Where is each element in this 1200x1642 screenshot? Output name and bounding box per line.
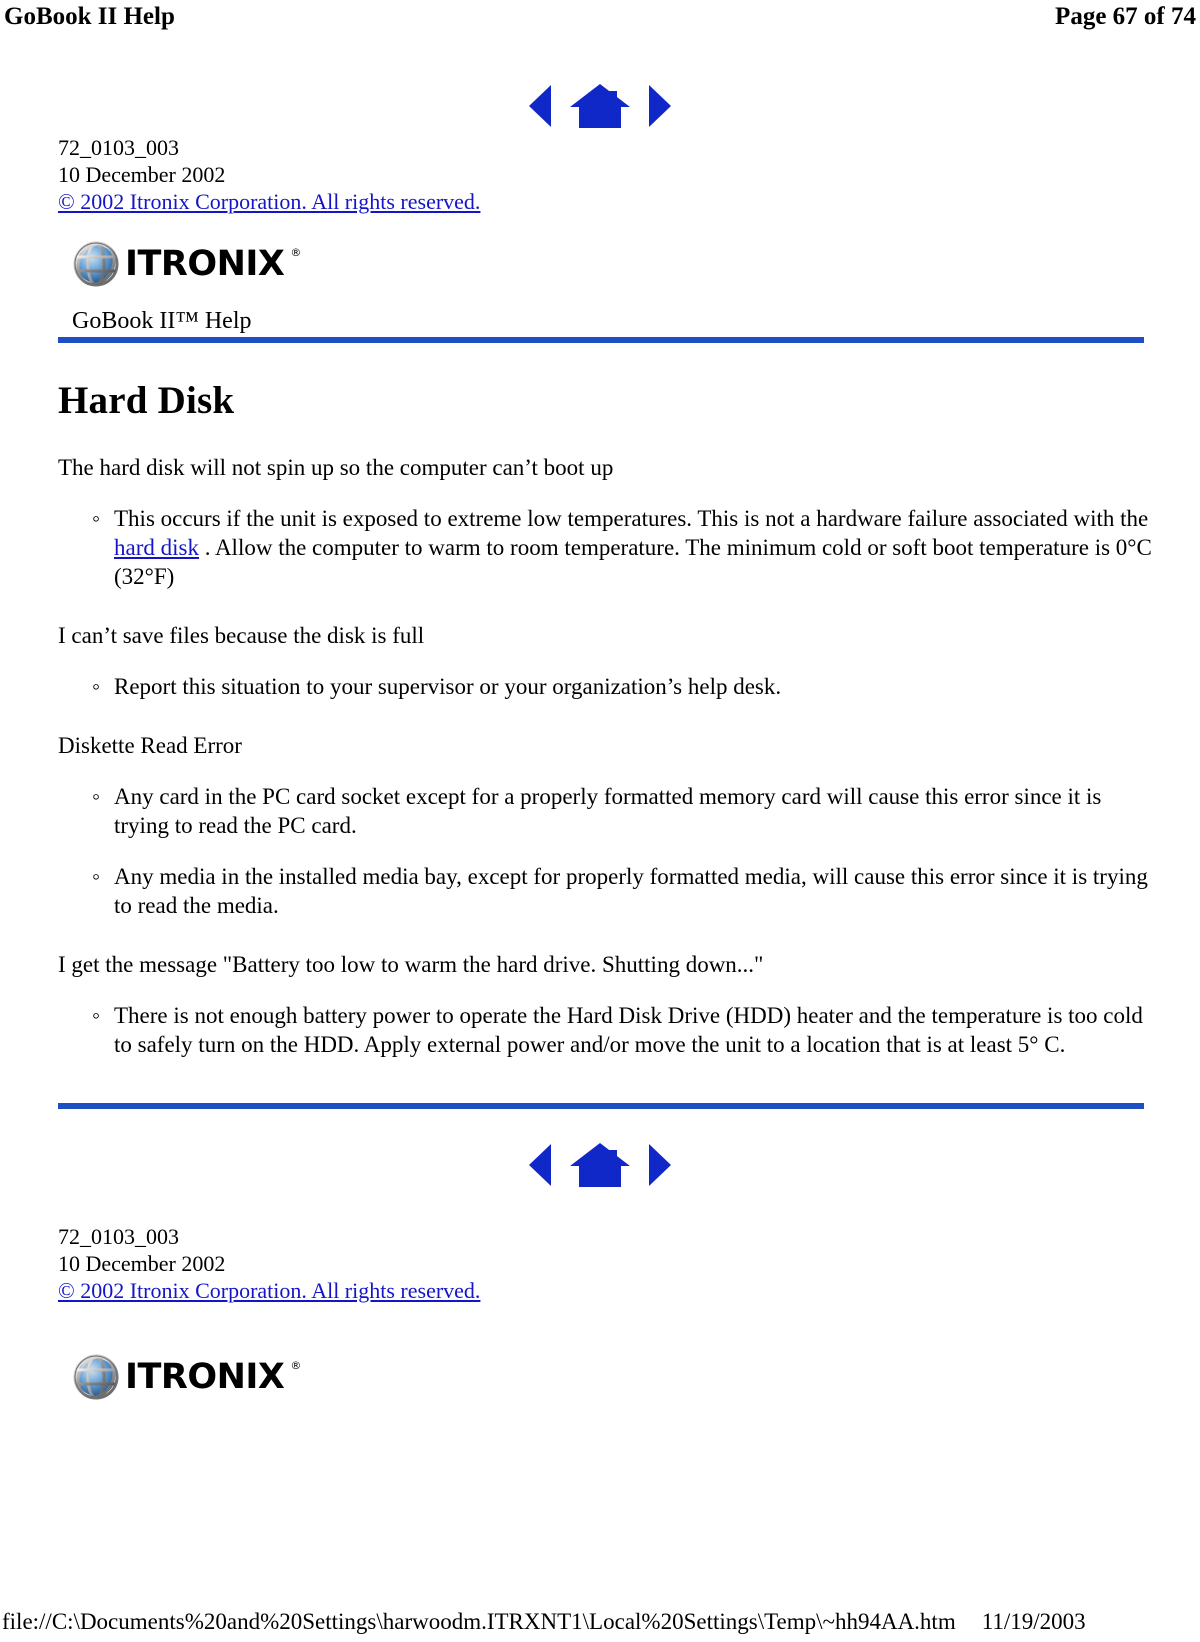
page-title: Hard Disk — [58, 379, 235, 422]
prev-page-button[interactable] — [529, 85, 551, 127]
page-header: GoBook II Help Page 67 of 74 — [0, 2, 1200, 36]
triangle-left-icon — [529, 1144, 551, 1186]
bullet-list: There is not enough battery power to ope… — [0, 1001, 1200, 1059]
home-icon — [570, 1143, 630, 1187]
triangle-left-icon — [529, 85, 551, 127]
list-item: Any card in the PC card socket except fo… — [92, 782, 1154, 840]
bullet-list: This occurs if the unit is exposed to ex… — [0, 504, 1200, 591]
print-date: 11/19/2003 — [981, 1609, 1086, 1634]
itronix-logo-bottom: ITRONIX ® — [72, 1352, 1200, 1402]
itronix-logo-top: ITRONIX ® — [72, 239, 1200, 289]
document-metadata-top: 72_0103_003 10 December 2002 © 2002 Itro… — [58, 134, 1200, 215]
bullet-list: Report this situation to your supervisor… — [0, 672, 1200, 701]
top-navigation-bar — [0, 78, 1200, 134]
banner-rule — [58, 337, 1144, 343]
doc-number-bottom: 72_0103_003 — [58, 1224, 179, 1249]
registered-mark-icon: ® — [290, 245, 302, 259]
document-content: 72_0103_003 10 December 2002 © 2002 Itro… — [0, 78, 1200, 1402]
list-item: Report this situation to your supervisor… — [92, 672, 1154, 701]
doc-date-top: 10 December 2002 — [58, 162, 226, 187]
banner-title: GoBook II™ Help — [72, 308, 252, 334]
itronix-wordmark: ITRONIX — [125, 1356, 285, 1397]
bullet-text: Any card in the PC card socket except fo… — [114, 784, 1102, 838]
triangle-right-icon — [649, 1144, 671, 1186]
home-button[interactable] — [569, 83, 631, 129]
prev-page-button-bottom[interactable] — [529, 1144, 551, 1186]
file-path: file://C:\Documents%20and%20Settings\har… — [2, 1609, 956, 1634]
bullet-text-after: . Allow the computer to warm to room tem… — [114, 535, 1152, 589]
page-footer: file://C:\Documents%20and%20Settings\har… — [0, 1608, 1200, 1636]
doc-date-bottom: 10 December 2002 — [58, 1251, 226, 1276]
copyright-link-bottom[interactable]: © 2002 Itronix Corporation. All rights r… — [58, 1278, 480, 1303]
section-heading: I can’t save files because the disk is f… — [58, 623, 425, 648]
bottom-navigation-bar — [0, 1137, 1200, 1193]
list-item: There is not enough battery power to ope… — [92, 1001, 1154, 1059]
footer-rule — [58, 1103, 1144, 1109]
registered-mark-icon: ® — [290, 1358, 302, 1372]
bullet-text: There is not enough battery power to ope… — [114, 1003, 1143, 1057]
list-item: Any media in the installed media bay, ex… — [92, 862, 1154, 920]
home-icon — [570, 84, 630, 128]
page-number: Page 67 of 74 — [1055, 3, 1196, 30]
footer-rule-wrap — [0, 1103, 1200, 1109]
next-page-button[interactable] — [649, 85, 671, 127]
triangle-right-icon — [649, 85, 671, 127]
globe-icon — [73, 1354, 119, 1400]
bullet-text: Report this situation to your supervisor… — [114, 674, 782, 699]
doc-number-top: 72_0103_003 — [58, 135, 179, 160]
page-header-title: GoBook II Help — [4, 3, 175, 30]
bullet-list: Any card in the PC card socket except fo… — [0, 782, 1200, 920]
section-heading: I get the message "Battery too low to wa… — [58, 952, 764, 977]
copyright-link-top[interactable]: © 2002 Itronix Corporation. All rights r… — [58, 189, 480, 214]
itronix-wordmark: ITRONIX — [125, 243, 285, 284]
document-metadata-bottom: 72_0103_003 10 December 2002 © 2002 Itro… — [58, 1223, 1200, 1304]
list-item: This occurs if the unit is exposed to ex… — [92, 504, 1154, 591]
section-heading: Diskette Read Error — [58, 733, 242, 758]
section-heading: The hard disk will not spin up so the co… — [58, 455, 614, 480]
hard-disk-link[interactable]: hard disk — [114, 535, 199, 560]
bullet-text-before: This occurs if the unit is exposed to ex… — [114, 506, 1149, 531]
next-page-button-bottom[interactable] — [649, 1144, 671, 1186]
globe-icon — [73, 241, 119, 287]
bullet-text: Any media in the installed media bay, ex… — [114, 864, 1148, 918]
home-button-bottom[interactable] — [569, 1142, 631, 1188]
